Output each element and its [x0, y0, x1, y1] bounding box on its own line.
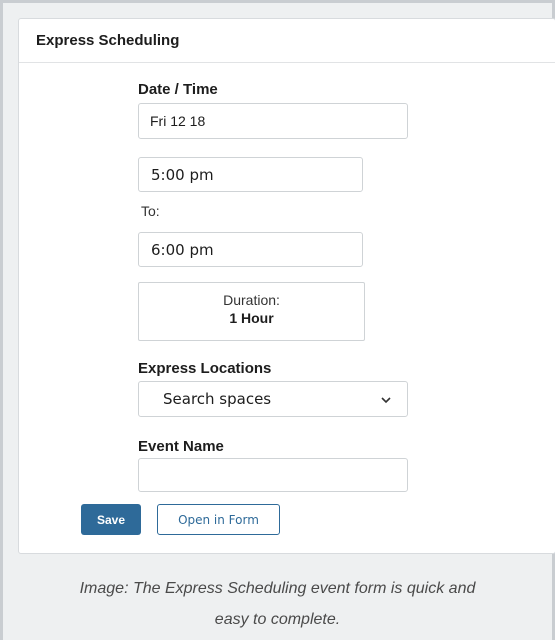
duration-label: Duration: [223, 292, 280, 308]
locations-selected: Search spaces [163, 390, 272, 408]
start-time-input[interactable]: 5:00 pm [138, 157, 363, 192]
end-time-input[interactable]: 6:00 pm [138, 232, 363, 267]
page-frame: Express Scheduling Date / Time Fri 12 18… [0, 0, 555, 640]
duration-box: Duration: 1 Hour [138, 282, 365, 341]
chevron-down-icon [381, 397, 391, 404]
to-label: To: [141, 203, 160, 219]
event-name-label: Event Name [138, 438, 224, 455]
express-scheduling-panel: Express Scheduling Date / Time Fri 12 18… [18, 18, 555, 554]
duration-value: 1 Hour [229, 310, 274, 326]
express-locations-label: Express Locations [138, 360, 272, 377]
caption-line-2: easy to complete. [214, 611, 341, 628]
save-button[interactable]: Save [81, 504, 141, 535]
locations-select[interactable]: Search spaces [138, 381, 408, 417]
date-value: Fri 12 18 [150, 113, 206, 129]
open-in-form-button[interactable]: Open in Form [157, 504, 280, 535]
date-input[interactable]: Fri 12 18 [138, 103, 408, 139]
event-name-input[interactable] [138, 458, 408, 492]
end-time-value: 6:00 pm [151, 240, 214, 259]
date-time-label: Date / Time [138, 81, 218, 98]
panel-title: Express Scheduling [19, 19, 555, 63]
start-time-value: 5:00 pm [151, 165, 214, 184]
caption-line-1: Image: The Express Scheduling event form… [79, 580, 476, 597]
image-caption: Image: The Express Scheduling event form… [3, 573, 552, 635]
